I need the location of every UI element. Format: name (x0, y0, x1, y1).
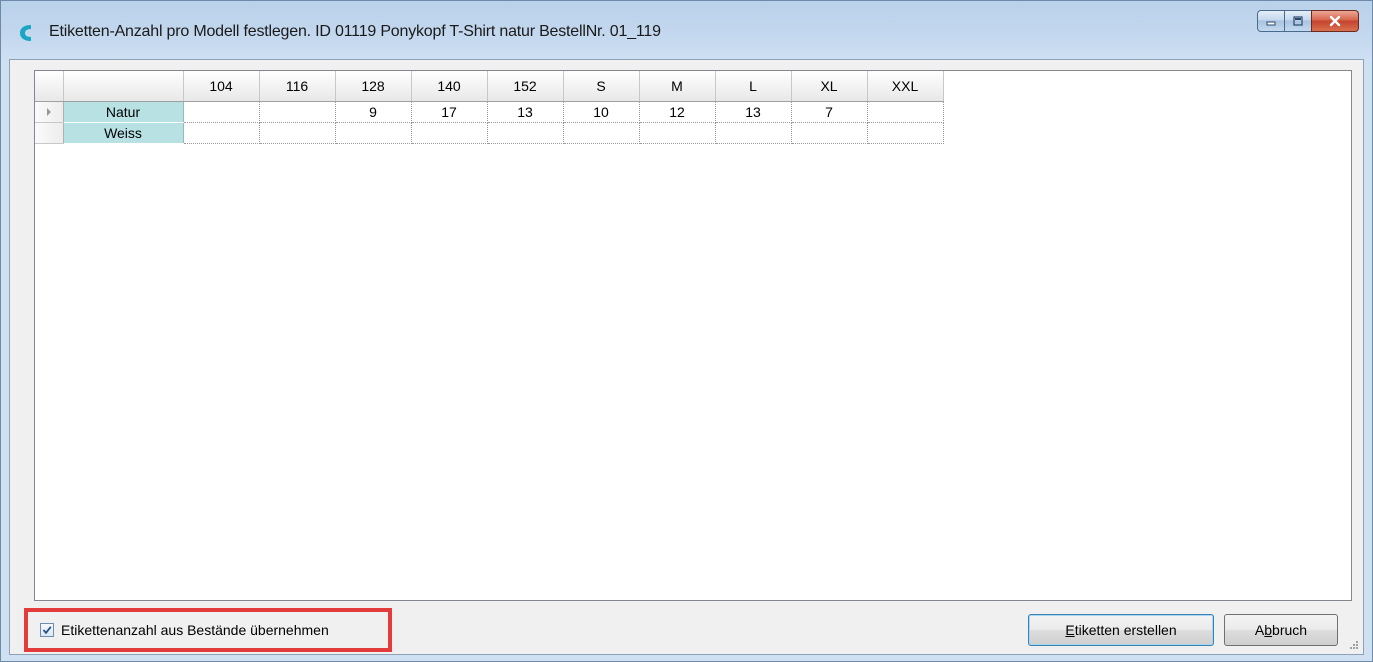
grid-cell[interactable] (563, 122, 640, 144)
column-header[interactable]: 128 (335, 71, 412, 102)
resize-grip-icon[interactable] (1349, 640, 1359, 650)
checkbox-highlight-box: Etikettenanzahl aus Bestände übernehmen (24, 608, 392, 652)
grid-cell[interactable] (867, 101, 944, 123)
grid-corner-header (63, 71, 184, 102)
dialog-window: Etiketten-Anzahl pro Modell festlegen. I… (0, 0, 1373, 662)
column-header[interactable]: 116 (259, 71, 336, 102)
caption-buttons (1257, 10, 1359, 34)
grid-cell[interactable]: 13 (715, 101, 792, 123)
checkmark-icon (42, 626, 52, 635)
cancel-button[interactable]: Ab bruch (1224, 614, 1338, 646)
app-c-logo-icon (20, 25, 31, 41)
column-header[interactable]: S (563, 71, 640, 102)
cancel-mnemonic: b (1264, 622, 1273, 638)
column-header[interactable]: XXL (867, 71, 944, 102)
create-labels-mnemonic: E (1065, 622, 1075, 638)
table-row: Natur 9 17 13 10 12 13 7 (35, 101, 944, 123)
maximize-button[interactable] (1284, 10, 1312, 32)
grid-cell[interactable] (791, 122, 868, 144)
grid-cell[interactable] (259, 122, 336, 144)
label-count-grid[interactable]: 104 116 128 140 152 S M L XL XXL Natur 9… (34, 70, 1352, 601)
grid-cell[interactable]: 13 (487, 101, 564, 123)
column-header[interactable]: L (715, 71, 792, 102)
grid-cell[interactable] (183, 101, 260, 123)
grid-cell[interactable] (639, 122, 716, 144)
row-header[interactable]: Natur (63, 101, 184, 123)
take-from-stock-label[interactable]: Etikettenanzahl aus Bestände übernehmen (61, 622, 329, 638)
minimize-button[interactable] (1257, 10, 1285, 32)
column-header[interactable]: 140 (411, 71, 488, 102)
create-labels-label: tiketten erstellen (1074, 622, 1177, 638)
maximize-icon (1293, 16, 1303, 26)
grid-header-row: 104 116 128 140 152 S M L XL XXL (35, 71, 944, 102)
row-header[interactable]: Weiss (63, 122, 184, 144)
row-selector[interactable] (35, 122, 64, 144)
grid-table: 104 116 128 140 152 S M L XL XXL Natur 9… (35, 71, 944, 144)
window-title: Etiketten-Anzahl pro Modell festlegen. I… (49, 23, 661, 40)
minimize-icon (1266, 21, 1276, 26)
grid-cell[interactable] (487, 122, 564, 144)
row-indicator-header (35, 71, 64, 102)
grid-cell[interactable] (411, 122, 488, 144)
grid-cell[interactable] (259, 101, 336, 123)
title-bar[interactable]: Etiketten-Anzahl pro Modell festlegen. I… (1, 1, 1372, 59)
grid-cell[interactable]: 12 (639, 101, 716, 123)
close-button[interactable] (1311, 10, 1359, 32)
table-row: Weiss (35, 122, 944, 144)
column-header[interactable]: 104 (183, 71, 260, 102)
column-header[interactable]: M (639, 71, 716, 102)
take-from-stock-checkbox[interactable] (40, 623, 54, 637)
column-header[interactable]: 152 (487, 71, 564, 102)
create-labels-button[interactable]: Etiketten erstellen (1028, 614, 1214, 646)
grid-cell[interactable] (867, 122, 944, 144)
grid-cell[interactable] (335, 122, 412, 144)
grid-cell[interactable]: 10 (563, 101, 640, 123)
current-row-arrow-icon (46, 107, 51, 116)
row-selector[interactable] (35, 101, 64, 123)
grid-cell[interactable] (715, 122, 792, 144)
grid-cell[interactable]: 9 (335, 101, 412, 123)
cancel-label-start: A (1254, 622, 1265, 638)
grid-cell[interactable]: 7 (791, 101, 868, 123)
column-header[interactable]: XL (791, 71, 868, 102)
grid-cell[interactable]: 17 (411, 101, 488, 123)
grid-cell[interactable] (183, 122, 260, 144)
close-icon (1329, 15, 1341, 27)
dialog-client-area: 104 116 128 140 152 S M L XL XXL Natur 9… (9, 59, 1364, 655)
cancel-label-end: bruch (1272, 622, 1308, 638)
